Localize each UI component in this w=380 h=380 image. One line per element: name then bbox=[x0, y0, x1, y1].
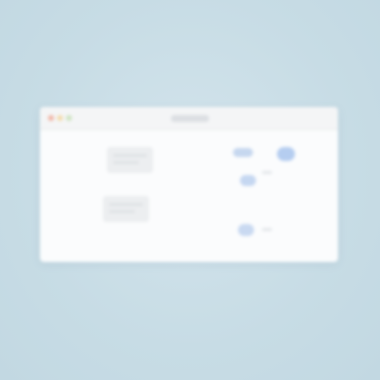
placeholder-line bbox=[262, 228, 272, 231]
accent-button[interactable] bbox=[238, 224, 254, 236]
content-card[interactable] bbox=[107, 147, 153, 173]
window-titlebar bbox=[40, 107, 338, 130]
card-placeholder-line bbox=[113, 154, 147, 157]
accent-button[interactable] bbox=[240, 175, 256, 186]
content-card[interactable] bbox=[103, 196, 149, 222]
accent-button[interactable] bbox=[277, 147, 295, 161]
card-placeholder-line bbox=[113, 161, 139, 164]
accent-button[interactable] bbox=[233, 148, 253, 157]
card-placeholder-line bbox=[109, 203, 143, 206]
app-window bbox=[40, 107, 338, 262]
close-icon[interactable] bbox=[48, 115, 54, 121]
minimize-icon[interactable] bbox=[57, 115, 63, 121]
maximize-icon[interactable] bbox=[66, 115, 72, 121]
window-title bbox=[171, 115, 209, 122]
card-placeholder-line bbox=[109, 210, 135, 213]
placeholder-line bbox=[262, 171, 272, 174]
